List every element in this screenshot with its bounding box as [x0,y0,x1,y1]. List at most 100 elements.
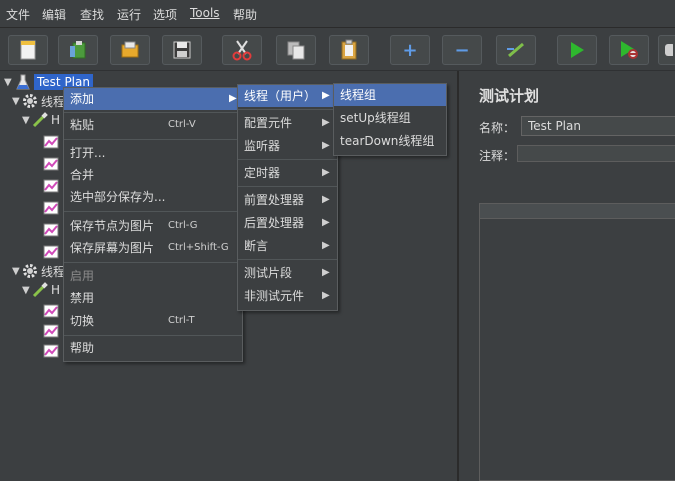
comment-label: 注释： [479,149,516,163]
menu-item-label: 线程组 [340,88,377,102]
collapse-all-button[interactable]: − [442,35,482,65]
menu-item-toggle[interactable]: 切换 Ctrl-T [64,310,242,332]
menu-item-paste[interactable]: 粘贴 Ctrl-V [64,114,242,136]
comment-input[interactable] [517,145,675,162]
menu-separator [64,112,242,113]
cut-button[interactable] [222,35,262,65]
submenu-item-thread-group[interactable]: 线程组 [334,84,446,106]
expand-arrow-icon[interactable]: ▼ [22,115,32,126]
add-submenu: 线程（用户） ▶ 配置元件 ▶ 监听器 ▶ 定时器 ▶ 前置处理器 ▶ 后置处理… [237,84,338,311]
submenu-arrow-icon: ▶ [322,267,330,278]
variables-table[interactable] [479,219,675,481]
menu-separator [64,211,242,212]
submenu-item-threads[interactable]: 线程（用户） ▶ [238,85,337,107]
listener-chart-icon[interactable] [43,135,59,149]
listener-chart-icon[interactable] [43,344,59,358]
submenu-arrow-icon: ▶ [322,217,330,228]
menu-item-label: 切换 [70,314,95,328]
flask-icon [16,74,30,90]
submenu-item-listener[interactable]: 监听器 ▶ [238,135,337,157]
expand-all-button[interactable]: + [390,35,430,65]
submenu-item-post-processor[interactable]: 后置处理器 ▶ [238,212,337,234]
menu-item-save-node-as-image[interactable]: 保存节点为图片 Ctrl-G [64,215,242,237]
submenu-arrow-icon: ▶ [322,140,330,151]
menu-item-open[interactable]: 打开... [64,142,242,164]
expand-arrow-icon[interactable]: ▼ [22,285,32,296]
listener-chart-icon[interactable] [43,245,59,259]
submenu-item-non-test-elements[interactable]: 非测试元件 ▶ [238,285,337,307]
templates-icon [70,41,86,59]
start-no-pauses-button[interactable] [609,35,649,65]
menu-options[interactable]: 选项 [153,6,177,23]
tree-node-label: 线程 [41,264,66,279]
menu-item-label: 前置处理器 [244,193,305,207]
name-label: 名称： [479,121,516,135]
menu-item-label: 定时器 [244,166,281,180]
listener-chart-icon[interactable] [43,223,59,237]
open-icon [121,41,139,58]
tree-node-sampler[interactable]: ▼ H [22,281,60,299]
menu-separator [238,186,337,187]
toolbar: + − [0,28,675,71]
menu-item-add[interactable]: 添加 ▶ [64,88,242,110]
open-button[interactable] [110,35,150,65]
menu-item-shortcut: Ctrl-G [168,220,198,231]
menu-item-label: 后置处理器 [244,216,305,230]
menu-item-label: 打开... [70,146,106,160]
menu-help[interactable]: 帮助 [233,6,257,23]
save-button[interactable] [162,35,202,65]
cut-icon [232,40,252,61]
tree-node-sampler[interactable]: ▼ H [22,111,60,129]
listener-chart-icon[interactable] [43,179,59,193]
menu-edit[interactable]: 编辑 [42,6,66,23]
copy-button[interactable] [276,35,316,65]
menu-item-label: 保存屏幕为图片 [70,241,155,255]
tree-node-thread-group[interactable]: ▼ 线程 [12,92,65,110]
submenu-arrow-icon: ▶ [322,117,330,128]
submenu-item-pre-processor[interactable]: 前置处理器 ▶ [238,189,337,211]
expand-arrow-icon[interactable]: ▼ [4,77,14,88]
start-button[interactable] [557,35,597,65]
stop-button[interactable] [658,35,675,65]
submenu-arrow-icon: ▶ [322,290,330,301]
menu-item-merge[interactable]: 合并 [64,164,242,186]
menu-tools[interactable]: Tools [190,6,220,20]
listener-chart-icon[interactable] [43,304,59,318]
listener-chart-icon[interactable] [43,324,59,338]
menu-file[interactable]: 文件 [6,6,30,23]
submenu-arrow-icon: ▶ [322,167,330,178]
tree-node-thread-group[interactable]: ▼ 线程 [12,262,65,280]
test-plan-editor: 测试计划 名称： 注释： [467,71,675,481]
templates-button[interactable] [58,35,98,65]
gear-icon [23,94,37,108]
submenu-item-teardown-thread-group[interactable]: tearDown线程组 [334,130,446,152]
menu-item-disable[interactable]: 禁用 [64,287,242,309]
menu-item-help[interactable]: 帮助 [64,337,242,359]
submenu-arrow-icon: ▶ [322,194,330,205]
menu-item-shortcut: Ctrl+Shift-G [168,242,229,253]
menu-bar: 文件 编辑 查找 运行 选项 Tools 帮助 [0,0,675,28]
menu-run[interactable]: 运行 [117,6,141,23]
menu-item-label: 监听器 [244,139,281,153]
new-button[interactable] [8,35,48,65]
menu-item-save-screen-as-image[interactable]: 保存屏幕为图片 Ctrl+Shift-G [64,237,242,259]
name-input[interactable] [521,116,675,136]
paste-button[interactable] [329,35,369,65]
submenu-item-assertion[interactable]: 断言 ▶ [238,235,337,257]
expand-arrow-icon[interactable]: ▼ [12,96,22,107]
submenu-arrow-icon: ▶ [322,90,330,101]
menu-item-save-selection-as[interactable]: 选中部分保存为... [64,186,242,208]
submenu-item-timer[interactable]: 定时器 ▶ [238,162,337,184]
expand-arrow-icon[interactable]: ▼ [12,266,22,277]
menu-item-label: 合并 [70,168,95,182]
listener-chart-icon[interactable] [43,157,59,171]
menu-search[interactable]: 查找 [80,6,104,23]
listener-chart-icon[interactable] [43,201,59,215]
submenu-item-setup-thread-group[interactable]: setUp线程组 [334,107,446,129]
submenu-item-test-fragment[interactable]: 测试片段 ▶ [238,262,337,284]
menu-item-label: 配置元件 [244,116,293,130]
context-menu: 添加 ▶ 粘贴 Ctrl-V 打开... 合并 选中部分保存为... 保存节点为… [63,87,243,362]
toggle-button[interactable] [496,35,536,65]
menu-separator [238,259,337,260]
submenu-item-config-element[interactable]: 配置元件 ▶ [238,112,337,134]
